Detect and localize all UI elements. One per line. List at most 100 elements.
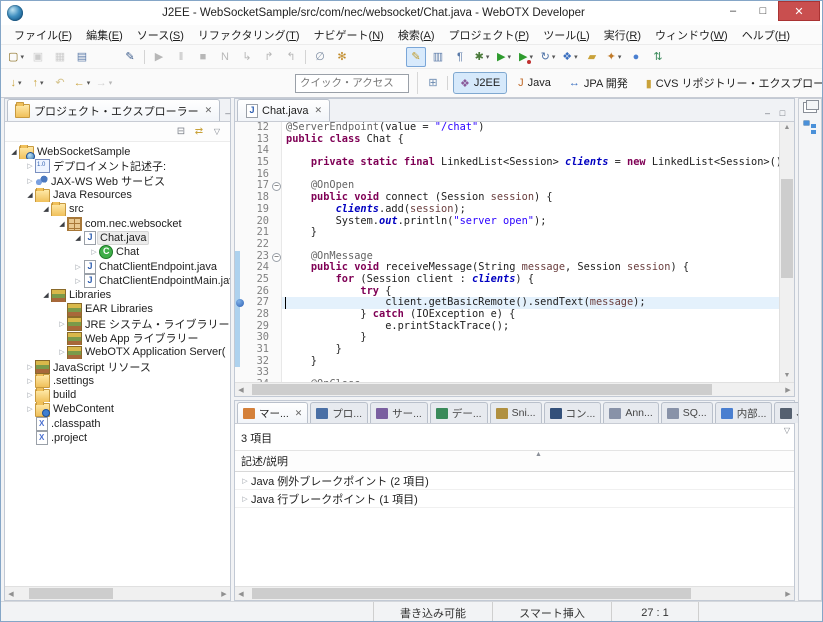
marker-ruler[interactable] [235,192,247,204]
menu-a[interactable]: 検索(A) [391,25,442,45]
folding-ruler[interactable] [271,286,282,298]
previous-annotation-button[interactable]: ↑▾ [28,73,48,93]
dropdown-arrow-icon[interactable]: ▾ [109,79,113,87]
tab-sql-results[interactable]: SQ... [661,402,713,423]
collapsed-arrow-icon[interactable]: ▷ [25,405,35,413]
close-view-icon[interactable]: ✕ [205,105,213,116]
folding-ruler[interactable] [271,297,282,309]
tab-project-explorer[interactable]: プロジェクト・エクスプローラー ✕ [7,99,220,121]
menu-p[interactable]: プロジェクト(P) [442,25,537,45]
collapsed-arrow-icon[interactable]: ▷ [239,495,251,503]
code-text[interactable]: @OnClose [282,379,779,382]
mark-occurrences-button[interactable]: ✎ [406,47,426,67]
step-over-button[interactable]: ↱ [259,47,279,67]
outline-view-button[interactable] [804,121,809,125]
folding-ruler[interactable]: − [271,180,282,192]
tree-item-build[interactable]: ▷build [5,388,230,402]
folding-ruler[interactable] [271,356,282,368]
tree-item--project[interactable]: .project [5,431,230,445]
annotation-select-button[interactable]: ✎ [120,47,140,67]
code-text[interactable]: } [282,356,779,368]
menu-n[interactable]: ナビゲート(N) [307,25,391,45]
expanded-arrow-icon[interactable]: ◢ [41,291,51,299]
web-browser-button[interactable]: ● [626,47,646,67]
run-button[interactable]: ▶▾ [494,47,514,67]
folding-ruler[interactable] [271,262,282,274]
menu-l[interactable]: ツール(L) [536,25,596,45]
marker-ruler[interactable] [235,204,247,216]
perspective-jpa[interactable]: ↔JPA 開発 [562,72,635,94]
profile-button[interactable]: ▶▾ [516,47,536,67]
menu-f[interactable]: ファイル(F) [7,25,79,45]
save-all-button[interactable]: ▦ [50,47,70,67]
tree-item-chatclientendpoint-java[interactable]: ▷ChatClientEndpoint.java [5,259,230,273]
resume-button[interactable]: ▶ [149,47,169,67]
code-text[interactable]: public class Chat { [282,134,779,146]
dropdown-arrow-icon[interactable]: ▾ [507,53,511,61]
tab-annotations[interactable]: Ann... [603,402,658,423]
editor-hscrollbar[interactable]: ◀ ▶ [235,382,794,396]
back-button[interactable]: ←▾ [72,73,92,93]
suspend-button[interactable]: ‖ [171,47,191,67]
marker-ruler[interactable] [235,262,247,274]
tree-item-jre-[interactable]: ▷JRE システム・ライブラリー[jre8] [5,317,230,331]
editor-vscrollbar[interactable]: ▲ ▼ [779,122,794,382]
collapsed-arrow-icon[interactable]: ▷ [25,377,35,385]
perspective-cvs[interactable]: ▮CVS リポジトリー・エクスプローラー [639,72,823,94]
collapse-fold-icon[interactable]: − [272,253,281,262]
collapsed-arrow-icon[interactable]: ▷ [25,391,35,399]
folding-ruler[interactable] [271,379,282,382]
view-menu-button[interactable]: ▽ [208,127,226,136]
tab-snippets[interactable]: Sni... [490,402,542,423]
tab-markers[interactable]: マー...✕ [237,402,308,423]
marker-ruler[interactable] [235,145,247,157]
marker-ruler[interactable] [235,321,247,333]
tree-item-webcontent[interactable]: ▷WebContent [5,402,230,416]
collapse-all-button[interactable]: ⊟ [172,126,190,137]
show-whitespace-button[interactable]: ¶ [450,47,470,67]
folding-ruler[interactable] [271,192,282,204]
folding-ruler[interactable] [271,122,282,134]
marker-ruler[interactable] [235,157,247,169]
coverage-button[interactable]: ↻▾ [538,47,558,67]
block-selection-button[interactable]: ▥ [428,47,448,67]
step-return-button[interactable]: ↰ [281,47,301,67]
code-editor[interactable]: 12@ServerEndpoint(value = "/chat")13publ… [235,122,779,382]
collapsed-arrow-icon[interactable]: ▷ [73,277,83,285]
save-button[interactable]: ▣ [28,47,48,67]
dropdown-arrow-icon[interactable]: ▾ [486,53,490,61]
tree-item-com-nec-websocket[interactable]: ◢com.nec.websocket [5,216,230,230]
code-text[interactable]: System.out.println("server open"); [282,216,779,228]
open-perspective-button[interactable]: ⊞ [423,73,443,93]
tab-properties[interactable]: プロ... [310,402,368,423]
tree-item-src[interactable]: ◢src [5,202,230,216]
folding-ruler[interactable] [271,216,282,228]
marker-ruler[interactable] [235,239,247,251]
folding-ruler[interactable] [271,157,282,169]
tab-chat-java[interactable]: Chat.java ✕ [237,99,330,121]
tab-console[interactable]: コン... [544,402,602,423]
restore-view-button[interactable] [803,102,817,113]
folding-ruler[interactable] [271,309,282,321]
tree-item-websocketsample[interactable]: ◢WebSocketSample [5,145,230,159]
external-tools-button[interactable]: ❖▾ [560,47,580,67]
collapsed-arrow-icon[interactable]: ▷ [239,477,251,485]
tree-item-jax-ws-web-[interactable]: ▷JAX-WS Web サービス [5,174,230,188]
dropdown-arrow-icon[interactable]: ▾ [618,53,622,61]
marker-ruler[interactable] [235,134,247,146]
code-text[interactable]: private static final LinkedList<Session>… [282,157,779,169]
marker-ruler[interactable] [235,122,247,134]
folding-ruler[interactable] [271,367,282,379]
code-text[interactable]: } [282,227,779,239]
minimize-view-button[interactable]: ‒ [220,108,235,118]
marker-group-row[interactable]: ▷Java 行ブレークポイント (1 項目) [235,490,794,508]
collapsed-arrow-icon[interactable]: ▷ [25,177,35,185]
folding-ruler[interactable] [271,239,282,251]
tree-item-chatclientendpointmain-java[interactable]: ▷ChatClientEndpointMain.java [5,274,230,288]
marker-ruler[interactable] [235,367,247,379]
marker-ruler[interactable] [235,379,247,382]
menu-r[interactable]: 実行(R) [597,25,648,45]
search-button[interactable]: ✦▾ [604,47,624,67]
marker-ruler[interactable] [235,309,247,321]
marker-ruler[interactable] [235,274,247,286]
